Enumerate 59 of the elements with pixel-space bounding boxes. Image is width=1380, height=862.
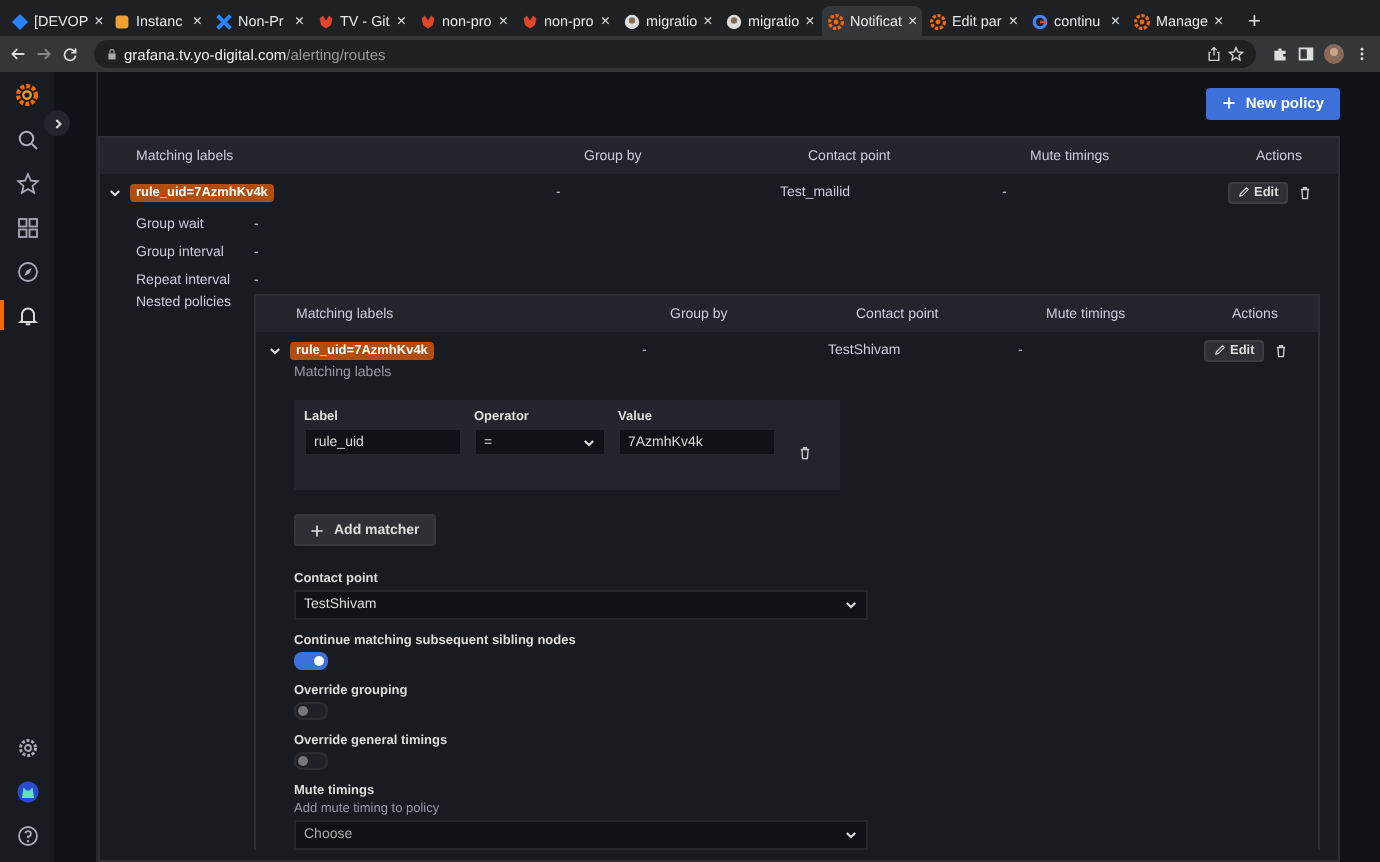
close-icon[interactable]: × — [600, 13, 610, 29]
favicon-icon — [624, 13, 640, 29]
chevron-icon[interactable] — [108, 185, 122, 199]
star-icon[interactable] — [1228, 46, 1244, 62]
plus-icon — [1221, 96, 1236, 110]
chevron-icon[interactable] — [268, 343, 282, 357]
search-icon[interactable] — [15, 127, 39, 151]
back-icon[interactable] — [10, 46, 26, 62]
pencil-icon — [1238, 186, 1250, 198]
bell-icon[interactable] — [15, 303, 39, 327]
extension-icon[interactable] — [1272, 46, 1288, 62]
close-icon[interactable]: × — [192, 13, 202, 29]
favicon-icon — [1032, 13, 1048, 29]
toggle-switch[interactable] — [294, 652, 328, 670]
close-icon[interactable]: × — [94, 13, 104, 29]
share-icon[interactable] — [1206, 46, 1222, 62]
close-icon[interactable]: × — [1008, 13, 1018, 29]
close-icon[interactable]: × — [805, 13, 815, 29]
gear-icon[interactable] — [15, 735, 39, 759]
logo-icon[interactable] — [14, 82, 40, 108]
favicon-icon — [114, 13, 130, 29]
compass-icon[interactable] — [15, 259, 39, 283]
chevron-icon[interactable] — [844, 598, 858, 612]
forward-icon[interactable] — [36, 46, 52, 62]
profile-avatar[interactable] — [1324, 44, 1344, 64]
chevron-icon[interactable] — [844, 828, 858, 842]
avatar-icon[interactable] — [15, 779, 39, 803]
favicon-icon — [216, 13, 232, 29]
favicon-icon — [12, 13, 28, 29]
new-tab-button[interactable]: + — [1242, 8, 1267, 36]
apps-icon[interactable] — [15, 215, 39, 239]
favicon-icon — [726, 13, 742, 29]
reload-icon[interactable] — [62, 46, 78, 62]
plus-icon — [310, 523, 324, 537]
favicon-icon — [420, 13, 436, 29]
help-icon[interactable] — [15, 823, 39, 847]
favicon-icon — [930, 13, 946, 29]
toggle-switch[interactable] — [294, 702, 328, 720]
chevron-icon[interactable] — [582, 435, 596, 449]
favicon-icon — [1134, 13, 1150, 29]
trash-icon[interactable] — [798, 446, 812, 460]
lock-icon — [106, 48, 118, 60]
close-icon[interactable]: × — [907, 13, 918, 29]
favicon-icon — [522, 13, 538, 29]
toggle-switch[interactable] — [294, 752, 328, 770]
close-icon[interactable]: × — [1213, 13, 1224, 29]
sidebar-icon[interactable] — [1298, 46, 1314, 62]
close-icon[interactable]: × — [396, 13, 406, 29]
favicon-icon — [828, 13, 844, 29]
favicon-icon — [318, 13, 334, 29]
close-icon[interactable]: × — [1110, 13, 1120, 29]
trash-icon[interactable] — [1274, 343, 1289, 357]
trash-icon[interactable] — [1298, 185, 1313, 199]
star-icon[interactable] — [15, 171, 39, 195]
close-icon[interactable]: × — [498, 13, 508, 29]
expand-sidebar-button[interactable] — [44, 110, 70, 136]
close-icon[interactable]: × — [294, 13, 304, 29]
pencil-icon — [1214, 344, 1226, 356]
close-icon[interactable]: × — [703, 13, 713, 29]
